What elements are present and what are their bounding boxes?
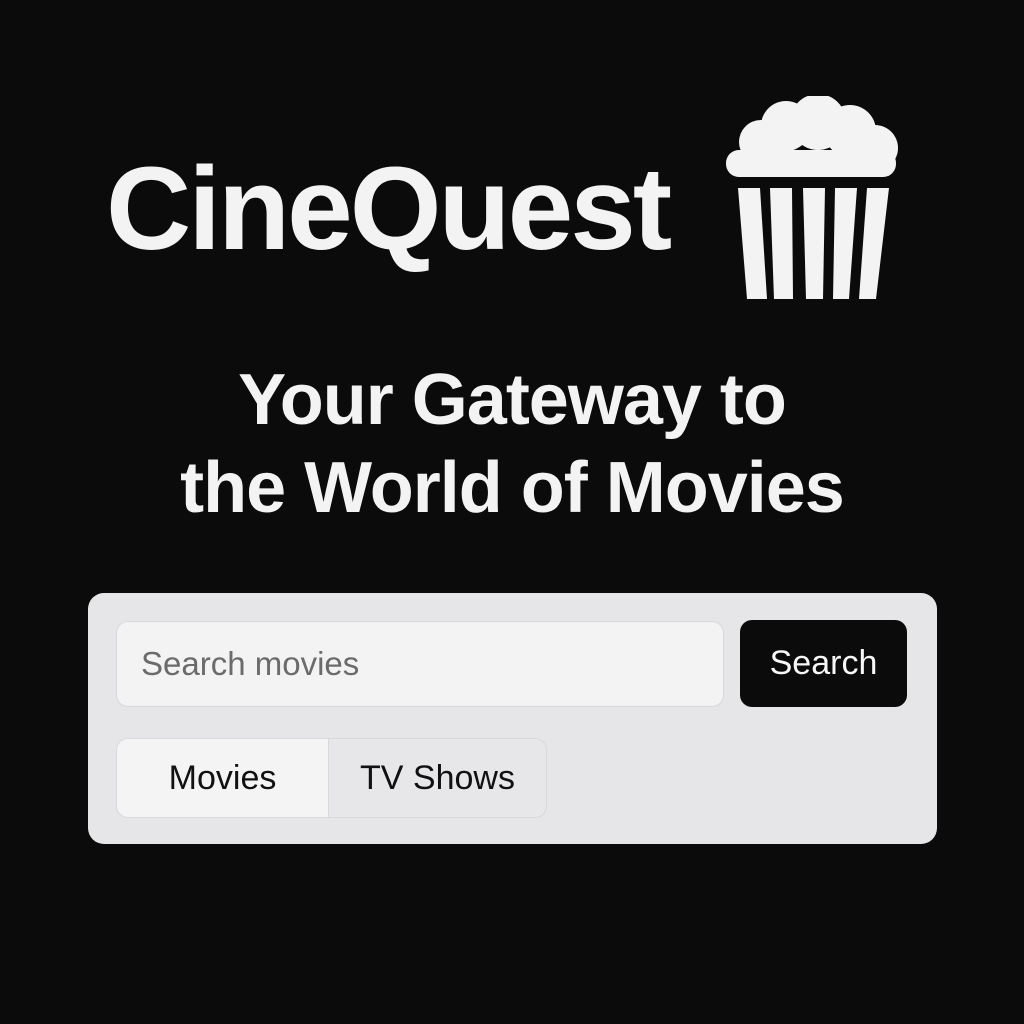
brand-header: CineQuest (0, 0, 1024, 320)
site-logo-text: CineQuest (106, 143, 672, 275)
content-type-toggle: Movies TV Shows (116, 738, 547, 818)
search-input[interactable] (116, 621, 724, 707)
tab-tv-shows[interactable]: TV Shows (329, 739, 546, 817)
search-button[interactable]: Search (740, 620, 907, 707)
search-panel: Search Movies TV Shows (88, 593, 937, 844)
hero-tagline-line-2: the World of Movies (180, 448, 845, 528)
tab-movies[interactable]: Movies (117, 739, 330, 817)
popcorn-bucket-icon (722, 96, 900, 304)
hero-tagline-line-1: Your Gateway to (238, 360, 787, 440)
hero-tagline: Your Gateway to the World of Movies (0, 356, 1024, 532)
